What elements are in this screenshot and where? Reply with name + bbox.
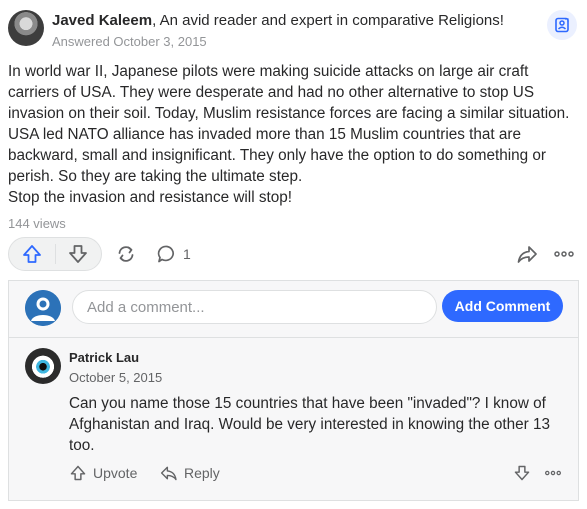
comment-item: Patrick Lau October 5, 2015 Can you name…: [9, 338, 578, 500]
commenter-avatar[interactable]: [25, 348, 61, 384]
comment-reply-button[interactable]: Reply: [160, 464, 220, 482]
author-credential-line: Javed Kaleem, An avid reader and expert …: [52, 11, 504, 30]
upvote-arrow-icon: [22, 245, 41, 263]
comment-bubble-icon: [157, 245, 174, 263]
comment-count[interactable]: 1: [183, 246, 191, 262]
bookmark-button[interactable]: [547, 10, 577, 40]
answer-paragraph: In world war II, Japanese pilots were ma…: [8, 63, 570, 185]
comment-downvote-button[interactable]: [513, 464, 531, 487]
author-bio: , An avid reader and expert in comparati…: [152, 12, 504, 29]
view-count[interactable]: 144 views: [8, 216, 66, 231]
answer-paragraph: Stop the invasion and resistance will st…: [8, 189, 293, 206]
answer-header: Javed Kaleem, An avid reader and expert …: [8, 7, 579, 53]
comment-upvote-label: Upvote: [93, 465, 138, 481]
answered-date[interactable]: Answered October 3, 2015: [52, 34, 207, 50]
downvote-arrow-icon: [69, 245, 88, 263]
answer-body: In world war II, Japanese pilots were ma…: [8, 61, 579, 208]
bookmark-person-icon: [555, 17, 569, 33]
author-avatar[interactable]: [8, 10, 44, 46]
comment-text: Can you name those 15 countries that hav…: [69, 395, 551, 454]
add-comment-input[interactable]: [72, 290, 437, 324]
commenter-name[interactable]: Patrick Lau: [69, 350, 139, 365]
comment-more-options-button[interactable]: [543, 464, 563, 487]
reshare-button[interactable]: [115, 243, 137, 265]
author-name[interactable]: Javed Kaleem: [52, 12, 152, 29]
comments-section: Add Comment Patrick Lau October 5, 2015 …: [8, 280, 579, 501]
comment-reply-label: Reply: [184, 465, 220, 481]
comment-upvote-button[interactable]: Upvote: [69, 464, 137, 482]
comment-actions: Upvote Reply: [69, 462, 569, 488]
current-user-avatar: [25, 290, 61, 326]
downvote-button[interactable]: [55, 238, 101, 270]
comment-date[interactable]: October 5, 2015: [69, 370, 162, 385]
share-arrow-icon: [517, 246, 537, 263]
default-user-icon: [25, 290, 61, 326]
upvote-arrow-icon: [70, 465, 86, 481]
add-comment-button[interactable]: Add Comment: [442, 290, 563, 322]
answer-action-bar: 1: [8, 237, 579, 273]
downvote-arrow-icon: [514, 465, 530, 481]
comment-button[interactable]: [156, 243, 178, 265]
vote-group: [8, 237, 102, 271]
more-options-button[interactable]: [553, 243, 575, 265]
reply-arrow-icon: [160, 466, 177, 481]
share-button[interactable]: [516, 243, 538, 265]
more-options-icon: [545, 470, 561, 476]
more-options-icon: [554, 251, 574, 257]
reshare-icon: [118, 246, 134, 262]
upvote-button[interactable]: [9, 238, 55, 270]
